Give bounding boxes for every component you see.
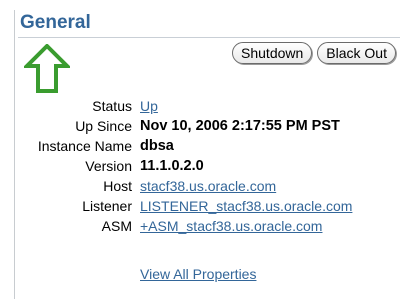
shutdown-button[interactable]: Shutdown xyxy=(232,42,313,64)
title-divider xyxy=(18,37,400,38)
property-row-status: Status Up xyxy=(0,96,412,116)
up-since-value: Nov 10, 2006 2:17:55 PM PST xyxy=(140,118,340,134)
property-row-listener: Listener LISTENER_stacf38.us.oracle.com xyxy=(0,196,412,216)
status-link[interactable]: Up xyxy=(140,98,158,114)
properties-list: Status Up Up Since Nov 10, 2006 2:17:55 … xyxy=(0,96,412,236)
property-row-host: Host stacf38.us.oracle.com xyxy=(0,176,412,196)
instance-name-value: dbsa xyxy=(140,138,174,154)
section-title: General xyxy=(20,12,91,33)
black-out-button[interactable]: Black Out xyxy=(317,42,396,64)
up-since-label: Up Since xyxy=(75,118,132,134)
asm-label: ASM xyxy=(101,218,132,234)
listener-label: Listener xyxy=(82,198,132,214)
property-row-asm: ASM +ASM_stacf38.us.oracle.com xyxy=(0,216,412,236)
instance-name-label: Instance Name xyxy=(37,138,132,154)
listener-link[interactable]: LISTENER_stacf38.us.oracle.com xyxy=(140,198,352,214)
action-buttons: Shutdown Black Out xyxy=(232,42,396,64)
host-label: Host xyxy=(103,178,132,194)
property-row-version: Version 11.1.0.2.0 xyxy=(0,156,412,176)
property-row-instance-name: Instance Name dbsa xyxy=(0,136,412,156)
property-row-up-since: Up Since Nov 10, 2006 2:17:55 PM PST xyxy=(0,116,412,136)
asm-link[interactable]: +ASM_stacf38.us.oracle.com xyxy=(140,218,322,234)
version-value: 11.1.0.2.0 xyxy=(140,158,204,174)
version-label: Version xyxy=(85,158,132,174)
up-arrow-icon xyxy=(24,44,70,93)
status-label: Status xyxy=(92,98,132,114)
view-all-properties-link[interactable]: View All Properties xyxy=(140,266,256,282)
host-link[interactable]: stacf38.us.oracle.com xyxy=(140,178,276,194)
